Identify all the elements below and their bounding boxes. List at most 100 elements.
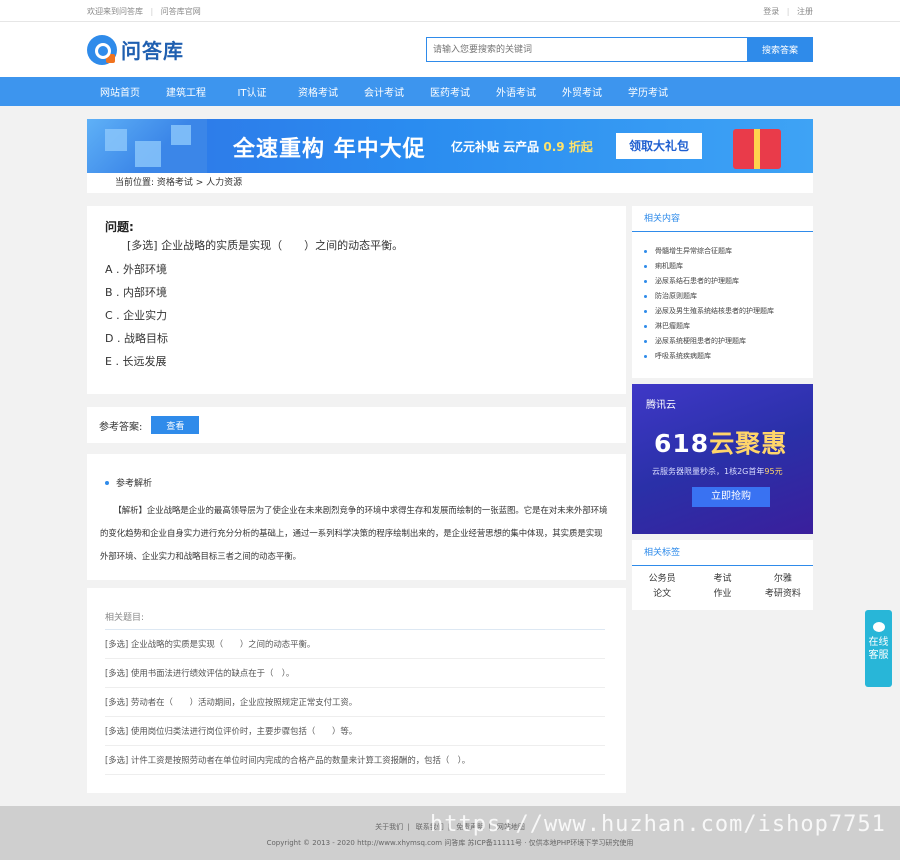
related-tags-box: 相关标签 公务员 考试 尔雅 论文 作业 考研资料 (632, 540, 813, 610)
analysis-heading-text: 参考解析 (116, 479, 153, 489)
banner-title: 全速重构 年中大促 (233, 137, 426, 162)
list-item[interactable]: [多选] 计件工资是按照劳动者在单位时间内完成的合格产品的数量来计算工资报酬的，… (105, 746, 605, 775)
view-answer-button[interactable]: 查看 (151, 416, 200, 434)
online-service-button[interactable]: 在线客服 (865, 610, 892, 687)
topbar-separator: | (150, 6, 154, 16)
nav-item-medicine[interactable]: 医药考试 (417, 84, 483, 99)
list-item-label: 痢机题库 (655, 262, 683, 270)
breadcrumb: 当前位置: 资格考试 > 人力资源 (87, 173, 813, 193)
list-item[interactable]: [多选] 使用岗位归类法进行岗位评价时，主要步骤包括（ ）等。 (105, 717, 605, 746)
logo-icon (87, 34, 117, 65)
bullet-icon (644, 355, 647, 358)
online-service-label: 在线客服 (868, 637, 889, 661)
bullet-icon (644, 295, 647, 298)
cube-shape (171, 125, 191, 145)
list-item[interactable]: 骨髓增生异常综合征题库 (644, 244, 813, 259)
related-tags-title: 相关标签 (632, 540, 813, 566)
bullet-icon (644, 340, 647, 343)
related-content-title: 相关内容 (632, 206, 813, 232)
list-item-label: 淋巴瘤题库 (655, 322, 690, 330)
tag-item[interactable]: 尔雅 (753, 572, 813, 587)
tag-item[interactable]: 公务员 (632, 572, 692, 587)
main-column: 问题: [多选] 企业战略的实质是实现（ ）之间的动态平衡。 A . 外部环境 … (87, 206, 626, 793)
search-input[interactable] (426, 37, 747, 62)
chat-icon (872, 622, 885, 632)
search-bar: 搜索答案 (426, 37, 813, 62)
topbar: 欢迎来到问答库 | 问答库官网 登录 | 注册 (0, 0, 900, 22)
nav-item-qualification[interactable]: 资格考试 (285, 84, 351, 99)
tag-item[interactable]: 论文 (632, 587, 692, 602)
sidebar-ad[interactable]: 腾讯云 618云聚惠 云服务器限量秒杀，1核2G首年95元 立即抢购 (632, 384, 813, 534)
bullet-icon (644, 250, 647, 253)
banner-button[interactable]: 领取大礼包 (616, 133, 702, 159)
ad-brand: 腾讯云 (646, 400, 676, 411)
option-c: C . 企业实力 (105, 309, 168, 322)
ad-headline-number: 618 (654, 429, 710, 458)
list-item[interactable]: 泌尿系统梗阻患者的护理题库 (644, 334, 813, 349)
logo[interactable]: 问答库 (87, 34, 184, 65)
option-a: A . 外部环境 (105, 263, 168, 276)
bullet-icon (105, 480, 109, 485)
list-item[interactable]: [多选] 劳动者在（ ）活动期间，企业应按照规定正常支付工资。 (105, 688, 605, 717)
question-box: 问题: [多选] 企业战略的实质是实现（ ）之间的动态平衡。 A . 外部环境 … (87, 206, 626, 394)
answer-box: 参考答案: 查看 (87, 407, 626, 443)
footer-link[interactable]: 关于我们 (375, 823, 403, 831)
watermark: https://www.huzhan.com/ishop7751 (430, 812, 886, 837)
list-item-label: 泌尿系统梗阻患者的护理题库 (655, 337, 746, 345)
copyright: Copyright © 2013 - 2020 http://www.xhyms… (266, 839, 634, 847)
nav-item-education[interactable]: 学历考试 (615, 84, 681, 99)
login-link[interactable]: 登录 (763, 7, 779, 16)
question-text: [多选] 企业战略的实质是实现（ ）之间的动态平衡。 (127, 239, 404, 252)
official-link[interactable]: 问答库官网 (161, 7, 201, 16)
main-nav: 网站首页 建筑工程 IT认证 资格考试 会计考试 医药考试 外语考试 外贸考试 … (0, 77, 900, 106)
tags-grid: 公务员 考试 尔雅 论文 作业 考研资料 (632, 566, 813, 602)
list-item[interactable]: [多选] 使用书面法进行绩效评估的缺点在于（ ）。 (105, 659, 605, 688)
list-item[interactable]: [多选] 企业战略的实质是实现（ ）之间的动态平衡。 (105, 630, 605, 659)
list-item[interactable]: 泌尿及男生殖系统结核患者的护理题库 (644, 304, 813, 319)
nav-item-home[interactable]: 网站首页 (87, 84, 153, 99)
tag-item[interactable]: 作业 (692, 587, 752, 602)
list-item-label: 呼吸系统疾病题库 (655, 352, 711, 360)
topbar-right: 登录 | 注册 (763, 6, 813, 17)
banner-sub-highlight: 0.9 折起 (543, 140, 593, 154)
analysis-body: 【解析】企业战略是企业的最高领导层为了使企业在未来剧烈竞争的环境中求得生存和发展… (100, 505, 608, 561)
cube-shape (135, 141, 161, 167)
bullet-icon (644, 325, 647, 328)
header: 问答库 搜索答案 (0, 22, 900, 77)
list-item[interactable]: 痢机题库 (644, 259, 813, 274)
list-item-label: 泌尿系结石患者的护理题库 (655, 277, 739, 285)
ad-desc-price: 95元 (764, 467, 783, 476)
gift-icon (733, 129, 781, 169)
list-item-label: 防治原则题库 (655, 292, 697, 300)
banner-subtitle: 亿元补贴 云产品 0.9 折起 (451, 138, 593, 155)
option-b: B . 内部环境 (105, 286, 168, 299)
nav-item-construction[interactable]: 建筑工程 (153, 84, 219, 99)
register-link[interactable]: 注册 (797, 7, 813, 16)
tag-item[interactable]: 考试 (692, 572, 752, 587)
nav-item-language[interactable]: 外语考试 (483, 84, 549, 99)
list-item[interactable]: 防治原则题库 (644, 289, 813, 304)
list-item-label: 骨髓增生异常综合征题库 (655, 247, 732, 255)
related-content-list: 骨髓增生异常综合征题库 痢机题库 泌尿系结石患者的护理题库 防治原则题库 泌尿及… (632, 232, 813, 378)
sidebar: 相关内容 骨髓增生异常综合征题库 痢机题库 泌尿系结石患者的护理题库 防治原则题… (632, 206, 813, 793)
logo-text: 问答库 (121, 39, 184, 63)
tag-item[interactable]: 考研资料 (753, 587, 813, 602)
bullet-icon (644, 265, 647, 268)
nav-item-trade[interactable]: 外贸考试 (549, 84, 615, 99)
search-button[interactable]: 搜索答案 (747, 37, 813, 62)
nav-item-it-cert[interactable]: IT认证 (219, 84, 285, 99)
list-item[interactable]: 呼吸系统疾病题库 (644, 349, 813, 364)
content-area: 问题: [多选] 企业战略的实质是实现（ ）之间的动态平衡。 A . 外部环境 … (87, 206, 813, 793)
bullet-icon (644, 280, 647, 283)
ad-headline-text: 云聚惠 (709, 429, 788, 458)
promo-banner[interactable]: 全速重构 年中大促 亿元补贴 云产品 0.9 折起 领取大礼包 (87, 119, 813, 173)
list-item[interactable]: 淋巴瘤题库 (644, 319, 813, 334)
ad-headline: 618云聚惠 (654, 424, 787, 460)
analysis-heading: 参考解析 (105, 476, 608, 489)
cube-shape (105, 129, 127, 151)
ad-cta-button[interactable]: 立即抢购 (692, 487, 770, 507)
nav-item-accounting[interactable]: 会计考试 (351, 84, 417, 99)
list-item-label: 泌尿及男生殖系统结核患者的护理题库 (655, 307, 774, 315)
list-item[interactable]: 泌尿系结石患者的护理题库 (644, 274, 813, 289)
question-heading: 问题: (105, 220, 134, 234)
